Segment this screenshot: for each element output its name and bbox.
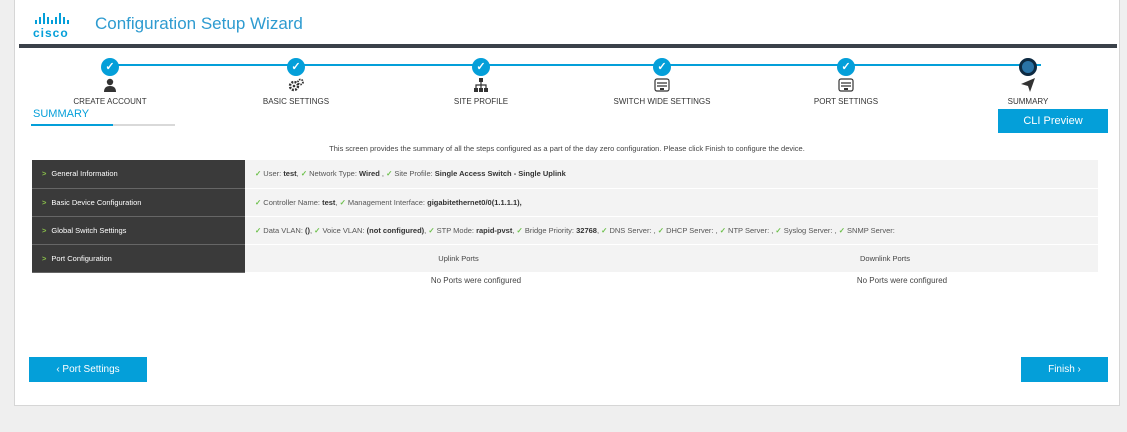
separator: , [512,225,517,235]
row-label-text: Port Configuration [51,253,112,263]
summary-field-value: (not configured) [366,225,425,235]
step-create-account[interactable]: ✓ CREATE ACCOUNT [30,54,190,106]
check-icon: ✓ [255,225,262,235]
check-icon: ✓ [601,225,608,235]
row-label-text: Global Switch Settings [51,225,127,235]
step-label: SWITCH WIDE SETTINGS [613,97,711,106]
separator: , [335,197,340,207]
step-switch-wide-settings[interactable]: ✓ SWITCH WIDE SETTINGS [582,54,742,106]
app-header: cisco Configuration Setup Wizard [15,0,1119,44]
uplink-ports-empty: No Ports were configured [430,276,522,285]
downlink-ports-header: Downlink Ports [672,244,1098,272]
step-port-settings[interactable]: ✓ PORT SETTINGS [766,54,926,106]
chevron-right-icon: > [42,197,47,207]
summary-field-label: STP Mode: [436,225,477,235]
finish-button[interactable]: Finish › [1021,357,1108,382]
switch-icon [582,78,742,96]
check-icon: ✓ [838,225,846,235]
summary-field-label: Bridge Priority: [524,225,577,235]
check-icon: ✓ [516,225,523,235]
summary-field-value: test [322,197,336,207]
gears-icon [216,78,376,96]
summary-field-label: Management Interface: [347,197,428,207]
switch-icon [766,78,926,96]
app-title: Configuration Setup Wizard [95,14,303,33]
wizard-progress: ✓ CREATE ACCOUNT ✓ BASIC SETTINGS ✓ SITE… [19,48,1117,106]
summary-row-basic[interactable]: > Basic Device Configuration ✓ Controller … [32,188,1098,217]
step-done-check-icon: ✓ [653,58,671,76]
summary-row-global[interactable]: > Global Switch Settings ✓ Data VLAN: (), … [32,216,1098,245]
step-basic-settings[interactable]: ✓ BASIC SETTINGS [216,54,376,106]
summary-field-label: DNS Server: [609,225,654,235]
check-icon: ✓ [775,225,782,235]
paper-plane-icon [948,78,1108,96]
summary-field-value: rapid-pvst [476,225,513,235]
tab-underline [31,124,175,126]
row-values: ✓ Data VLAN: (), ✓ Voice VLAN: (not config… [245,216,1098,245]
check-icon: ✓ [339,197,346,207]
summary-field-label: Network Type: [309,169,360,179]
uplink-ports-header: Uplink Ports [245,244,672,272]
step-done-check-icon: ✓ [472,58,490,76]
summary-field-value: Single Access Switch - Single Uplink [434,169,566,179]
step-label: PORT SETTINGS [813,97,879,106]
row-label[interactable]: > General Information [32,160,245,189]
step-label: BASIC SETTINGS [262,97,330,106]
summary-field-label: Site Profile: [394,169,435,179]
check-icon: ✓ [314,225,321,235]
check-icon: ✓ [300,169,308,179]
step-site-profile[interactable]: ✓ SITE PROFILE [401,54,561,106]
wizard-frame: cisco Configuration Setup Wizard ✓ CREAT… [14,0,1120,406]
summary-field-value: gigabitethernet0/0(1.1.1.1), [427,197,522,207]
step-done-check-icon: ✓ [837,58,855,76]
step-done-check-icon: ✓ [287,58,305,76]
row-values: ✓ Controller Name: test, ✓ Management Inte… [245,188,1098,217]
row-label-text: General Information [51,169,118,179]
cisco-logo: cisco [33,12,77,40]
check-icon: ✓ [719,225,727,235]
summary-field-label: Data VLAN: [263,225,305,235]
check-icon: ✓ [255,197,262,207]
summary-field-label: Controller Name: [263,197,323,207]
summary-field-label: Syslog Server: [783,225,835,235]
summary-field-label: Voice VLAN: [322,225,367,235]
step-label: CREATE ACCOUNT [73,97,147,106]
summary-field-label: User: [263,169,284,179]
summary-field-value: test [283,169,297,179]
row-label-text: Basic Device Configuration [51,197,142,207]
summary-field-label: SNMP Server: [847,225,895,235]
chevron-right-icon: > [42,225,47,235]
summary-row-ports[interactable]: > Port Configuration Uplink Ports Downlin… [32,244,1098,273]
cisco-logo-word: cisco [33,26,69,40]
row-values: ✓ User: test, ✓ Network Type: Wired , ✓ Sit… [245,160,1098,189]
summary-row-general[interactable]: > General Information ✓ User: test, ✓ Netwo… [32,160,1098,189]
check-icon: ✓ [386,169,393,179]
chevron-right-icon: > [42,253,47,263]
check-icon: ✓ [657,225,665,235]
summary-table: > General Information ✓ User: test, ✓ Netwo… [32,160,1098,273]
row-label[interactable]: > Port Configuration [32,244,245,273]
step-done-check-icon: ✓ [101,58,119,76]
row-label[interactable]: > Basic Device Configuration [32,188,245,217]
step-summary[interactable]: SUMMARY [948,54,1108,106]
summary-field-label: NTP Server: [728,225,772,235]
step-label: SITE PROFILE [453,97,509,106]
check-icon: ✓ [428,225,435,235]
tab-summary[interactable]: SUMMARY [33,108,89,120]
row-label[interactable]: > Global Switch Settings [32,216,245,245]
cli-preview-button[interactable]: CLI Preview [998,109,1108,133]
cisco-logo-bars-icon [35,12,77,24]
summary-field-value: 32768 [576,225,597,235]
hierarchy-icon [401,78,561,96]
back-port-settings-button[interactable]: ‹ Port Settings [29,357,147,382]
step-label: SUMMARY [1007,97,1049,106]
downlink-ports-empty: No Ports were configured [856,276,948,285]
summary-field-value: Wired [359,169,380,179]
summary-intro-text: This screen provides the summary of all … [329,144,805,153]
check-icon: ✓ [255,169,262,179]
user-icon [30,78,190,96]
chevron-right-icon: > [42,169,47,179]
step-current-indicator [1019,58,1037,76]
summary-field-label: DHCP Server: [666,225,716,235]
